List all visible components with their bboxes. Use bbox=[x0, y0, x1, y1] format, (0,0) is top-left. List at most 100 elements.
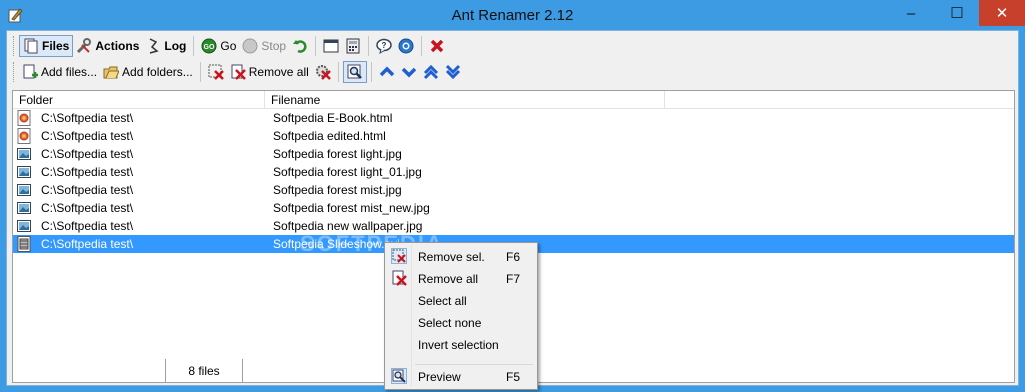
toolbar-separator bbox=[315, 36, 317, 56]
cell-folder: C:\Softpedia test\ bbox=[41, 111, 134, 125]
go-label: Go bbox=[220, 39, 237, 53]
cell-folder: C:\Softpedia test\ bbox=[41, 147, 134, 161]
log-icon bbox=[145, 38, 161, 54]
window-title: Ant Renamer 2.12 bbox=[451, 7, 574, 24]
cell-folder: C:\Softpedia test\ bbox=[41, 183, 134, 197]
minimize-button[interactable]: – bbox=[888, 0, 934, 26]
cell-filename: Softpedia forest mist_new.jpg bbox=[273, 201, 430, 215]
toolbar-grip[interactable] bbox=[13, 36, 16, 56]
column-header-folder[interactable]: Folder bbox=[13, 91, 265, 109]
window-icon bbox=[323, 38, 339, 54]
close-button[interactable]: ✕ bbox=[979, 0, 1025, 26]
window-button[interactable] bbox=[320, 35, 342, 57]
context-menu: Remove sel. F6 Remove all F7 Select all … bbox=[384, 242, 538, 390]
menu-label: Select all bbox=[418, 294, 467, 308]
tools-icon bbox=[76, 38, 92, 54]
toolbar-grip[interactable] bbox=[13, 62, 16, 82]
video-file-icon bbox=[17, 236, 31, 252]
svg-text:GO: GO bbox=[204, 44, 215, 51]
help-button[interactable]: ? bbox=[373, 35, 395, 57]
remove-gear-icon bbox=[315, 64, 331, 80]
list-header: Folder Filename bbox=[13, 91, 1014, 109]
table-row[interactable]: C:\Softpedia test\ Softpedia forest mist_… bbox=[13, 199, 1014, 217]
menu-item-remove-selected[interactable]: Remove sel. F6 bbox=[387, 245, 535, 267]
table-row[interactable]: C:\Softpedia test\ Softpedia edited.html bbox=[13, 127, 1014, 145]
menu-shortcut: F6 bbox=[506, 250, 521, 264]
files-toolbar: Add files... Add folders... Remove all bbox=[10, 59, 464, 85]
list-rows: C:\Softpedia test\ Softpedia E-Book.html C… bbox=[13, 109, 1014, 253]
maximize-button[interactable]: ☐ bbox=[934, 0, 980, 26]
menu-label: Invert selection bbox=[418, 338, 499, 352]
preview-button[interactable] bbox=[342, 61, 367, 83]
add-folders-button[interactable]: Add folders... bbox=[100, 61, 196, 83]
menu-item-invert-selection[interactable]: Invert selection bbox=[387, 333, 535, 355]
remove-all-button[interactable]: Remove all bbox=[227, 61, 312, 83]
title-bar[interactable]: Ant Renamer 2.12 – ☐ ✕ bbox=[0, 0, 1025, 30]
undo-icon bbox=[292, 38, 308, 54]
actions-label: Actions bbox=[95, 39, 140, 53]
cell-filename: Softpedia E-Book.html bbox=[273, 111, 393, 125]
svg-text:?: ? bbox=[382, 41, 387, 50]
move-up-button[interactable] bbox=[376, 61, 398, 83]
speech-bubble-icon: ? bbox=[376, 38, 392, 55]
magnifier-icon bbox=[391, 368, 407, 384]
files-tab-button[interactable]: Files bbox=[19, 35, 74, 57]
stop-icon bbox=[242, 38, 258, 54]
toolbar-separator bbox=[368, 36, 370, 56]
menu-item-preview[interactable]: Preview F5 bbox=[387, 365, 535, 387]
column-header-filename[interactable]: Filename bbox=[265, 91, 665, 109]
files-icon bbox=[23, 38, 39, 54]
table-row[interactable]: C:\Softpedia test\ Softpedia forest light… bbox=[13, 163, 1014, 181]
go-button[interactable]: GO Go bbox=[198, 35, 239, 57]
about-button[interactable] bbox=[395, 35, 417, 57]
add-files-button[interactable]: Add files... bbox=[19, 61, 100, 83]
red-x-icon bbox=[429, 38, 445, 54]
app-window: Ant Renamer 2.12 – ☐ ✕ Files Actions Log… bbox=[0, 0, 1025, 392]
files-label: Files bbox=[42, 39, 70, 53]
move-bottom-button[interactable] bbox=[442, 61, 464, 83]
table-row[interactable]: C:\Softpedia test\ Softpedia forest light… bbox=[13, 145, 1014, 163]
image-file-icon bbox=[17, 182, 31, 198]
info-icon bbox=[398, 38, 414, 54]
remove-selected-icon bbox=[208, 64, 224, 80]
cell-folder: C:\Softpedia test\ bbox=[41, 201, 134, 215]
table-row[interactable]: C:\Softpedia test\ Softpedia E-Book.html bbox=[13, 109, 1014, 127]
file-count: 8 files bbox=[165, 359, 243, 383]
menu-label: Preview bbox=[418, 370, 461, 384]
move-top-button[interactable] bbox=[420, 61, 442, 83]
double-chevron-down-icon bbox=[445, 64, 461, 80]
chevron-down-icon bbox=[401, 64, 417, 80]
stop-button[interactable]: Stop bbox=[239, 35, 289, 57]
log-tab-button[interactable]: Log bbox=[142, 35, 189, 57]
add-folder-icon bbox=[103, 64, 120, 80]
menu-item-select-all[interactable]: Select all bbox=[387, 289, 535, 311]
add-file-icon bbox=[22, 64, 38, 80]
remove-all-label: Remove all bbox=[248, 65, 309, 79]
table-row[interactable]: C:\Softpedia test\ Softpedia forest mist.… bbox=[13, 181, 1014, 199]
cell-folder: C:\Softpedia test\ bbox=[41, 165, 134, 179]
menu-item-select-none[interactable]: Select none bbox=[387, 311, 535, 333]
image-file-icon bbox=[17, 200, 31, 216]
html-file-icon bbox=[17, 110, 31, 126]
move-down-button[interactable] bbox=[398, 61, 420, 83]
toolbar-separator bbox=[370, 62, 372, 82]
toolbar-separator bbox=[421, 36, 423, 56]
remove-selected-button[interactable] bbox=[205, 61, 227, 83]
html-file-icon bbox=[17, 128, 31, 144]
add-files-label: Add files... bbox=[41, 65, 98, 79]
menu-label: Remove all bbox=[418, 272, 479, 286]
calculator-button[interactable] bbox=[342, 35, 364, 57]
menu-label: Remove sel. bbox=[418, 250, 485, 264]
table-row[interactable]: C:\Softpedia test\ Softpedia new wallpape… bbox=[13, 217, 1014, 235]
remove-all-icon bbox=[391, 270, 407, 286]
remove-dead-button[interactable] bbox=[312, 61, 334, 83]
double-chevron-up-icon bbox=[423, 64, 439, 80]
undo-button[interactable] bbox=[289, 35, 311, 57]
cell-folder: C:\Softpedia test\ bbox=[41, 237, 134, 251]
menu-item-remove-all[interactable]: Remove all F7 bbox=[387, 267, 535, 289]
log-label: Log bbox=[164, 39, 187, 53]
cell-filename: Softpedia forest light.jpg bbox=[273, 147, 402, 161]
exit-button[interactable] bbox=[426, 35, 448, 57]
actions-tab-button[interactable]: Actions bbox=[73, 35, 142, 57]
image-file-icon bbox=[17, 164, 31, 180]
